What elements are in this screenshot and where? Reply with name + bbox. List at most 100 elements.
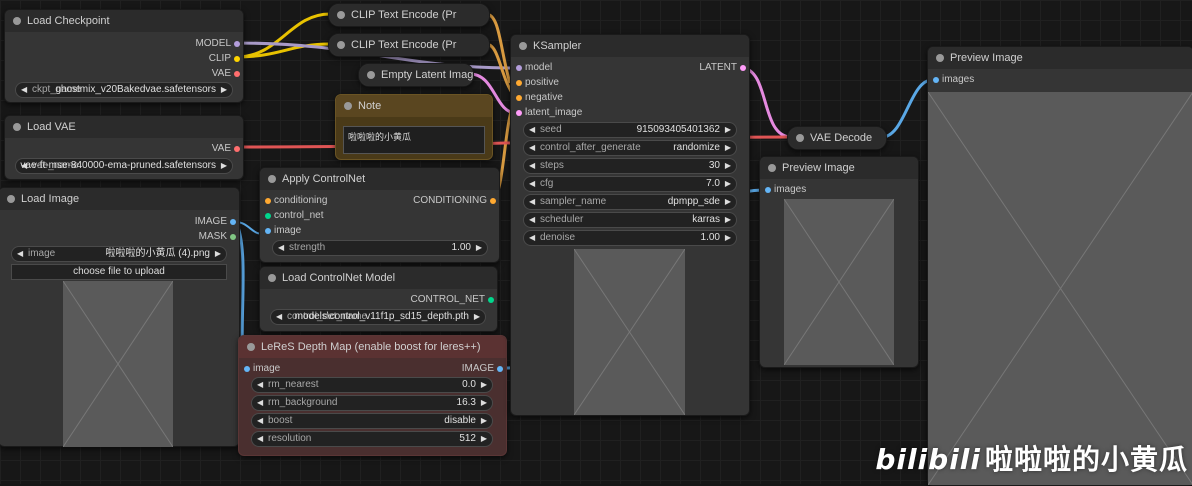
- arrow-right-icon[interactable]: ▶: [481, 396, 487, 410]
- steps-widget[interactable]: ◀ steps 30 ▶: [523, 158, 737, 174]
- arrow-right-icon[interactable]: ▶: [481, 432, 487, 446]
- output-model[interactable]: MODEL: [195, 37, 240, 51]
- arrow-left-icon[interactable]: ◀: [278, 241, 284, 255]
- slot-dot[interactable]: [740, 65, 746, 71]
- output-vae[interactable]: VAE: [212, 67, 240, 81]
- control-after-generate-combo[interactable]: ◀ control_after_generate randomize ▶: [523, 140, 737, 156]
- input-latent-image[interactable]: latent_image: [516, 106, 582, 120]
- node-title[interactable]: CLIP Text Encode (Pr: [329, 34, 489, 56]
- arrow-left-icon[interactable]: ◀: [529, 123, 535, 137]
- slot-dot[interactable]: [516, 95, 522, 101]
- node-load-image[interactable]: Load Image IMAGE MASK ◀ image 啦啦啦的小黄瓜 (4…: [0, 187, 240, 447]
- arrow-right-icon[interactable]: ▶: [221, 83, 227, 97]
- slot-dot[interactable]: [516, 110, 522, 116]
- arrow-right-icon[interactable]: ▶: [725, 159, 731, 173]
- node-load-checkpoint[interactable]: Load Checkpoint MODEL CLIP VAE ◀ ckpt_na…: [4, 9, 244, 103]
- arrow-left-icon[interactable]: ◀: [17, 247, 23, 261]
- node-clip-text-encode-positive[interactable]: CLIP Text Encode (Pr: [328, 3, 490, 27]
- output-latent[interactable]: LATENT: [699, 61, 746, 75]
- slot-dot[interactable]: [234, 146, 240, 152]
- controlnet-name-combo[interactable]: ◀ control_net_name models\control_v11f1p…: [270, 309, 486, 325]
- arrow-left-icon[interactable]: ◀: [276, 310, 282, 324]
- output-clip[interactable]: CLIP: [209, 52, 240, 66]
- arrow-left-icon[interactable]: ◀: [529, 177, 535, 191]
- arrow-right-icon[interactable]: ▶: [476, 241, 482, 255]
- arrow-left-icon[interactable]: ◀: [529, 141, 535, 155]
- slot-dot[interactable]: [516, 65, 522, 71]
- choose-file-button[interactable]: choose file to upload: [11, 264, 227, 280]
- node-title[interactable]: Apply ControlNet: [260, 168, 499, 190]
- output-conditioning[interactable]: CONDITIONING: [413, 194, 496, 208]
- node-vae-decode[interactable]: VAE Decode: [787, 126, 887, 150]
- arrow-left-icon[interactable]: ◀: [257, 378, 263, 392]
- node-clip-text-encode-negative[interactable]: CLIP Text Encode (Pr: [328, 33, 490, 57]
- output-vae[interactable]: VAE: [212, 142, 240, 156]
- arrow-left-icon[interactable]: ◀: [257, 396, 263, 410]
- node-note[interactable]: Note 啦啦啦的小黄瓜: [335, 94, 493, 160]
- node-apply-controlnet[interactable]: Apply ControlNet conditioning control_ne…: [259, 167, 500, 263]
- slot-dot[interactable]: [265, 213, 271, 219]
- arrow-left-icon[interactable]: ◀: [529, 195, 535, 209]
- input-images[interactable]: images: [933, 73, 974, 87]
- arrow-right-icon[interactable]: ▶: [481, 414, 487, 428]
- arrow-left-icon[interactable]: ◀: [257, 432, 263, 446]
- arrow-left-icon[interactable]: ◀: [529, 159, 535, 173]
- node-title[interactable]: KSampler: [511, 35, 749, 57]
- slot-dot[interactable]: [234, 71, 240, 77]
- vae-name-combo[interactable]: ◀ vae_name vae-ft-mse-840000-ema-pruned.…: [15, 158, 233, 174]
- boost-combo[interactable]: ◀ boost disable ▶: [251, 413, 493, 429]
- output-image[interactable]: IMAGE: [195, 215, 236, 229]
- node-title[interactable]: Preview Image: [760, 157, 918, 179]
- rm-background-slider[interactable]: ◀ rm_background 16.3 ▶: [251, 395, 493, 411]
- note-textarea[interactable]: 啦啦啦的小黄瓜: [343, 126, 485, 154]
- image-combo[interactable]: ◀ image 啦啦啦的小黄瓜 (4).png ▶: [11, 246, 227, 262]
- node-title[interactable]: Note: [336, 95, 492, 117]
- node-title[interactable]: Load VAE: [5, 116, 243, 138]
- arrow-right-icon[interactable]: ▶: [725, 177, 731, 191]
- slot-dot[interactable]: [516, 80, 522, 86]
- input-image[interactable]: image: [244, 362, 280, 376]
- node-preview-image-depth[interactable]: Preview Image images: [759, 156, 919, 368]
- arrow-right-icon[interactable]: ▶: [215, 247, 221, 261]
- slot-dot[interactable]: [488, 297, 494, 303]
- node-title[interactable]: VAE Decode: [788, 127, 886, 149]
- arrow-right-icon[interactable]: ▶: [474, 310, 480, 324]
- arrow-right-icon[interactable]: ▶: [221, 159, 227, 173]
- rm-nearest-slider[interactable]: ◀ rm_nearest 0.0 ▶: [251, 377, 493, 393]
- cfg-widget[interactable]: ◀ cfg 7.0 ▶: [523, 176, 737, 192]
- node-load-controlnet-model[interactable]: Load ControlNet Model CONTROL_NET ◀ cont…: [259, 266, 498, 332]
- arrow-right-icon[interactable]: ▶: [725, 213, 731, 227]
- slot-dot[interactable]: [230, 234, 236, 240]
- sampler-name-combo[interactable]: ◀ sampler_name dpmpp_sde ▶: [523, 194, 737, 210]
- slot-dot[interactable]: [765, 187, 771, 193]
- arrow-left-icon[interactable]: ◀: [257, 414, 263, 428]
- node-title[interactable]: Load Image: [0, 188, 239, 210]
- output-image[interactable]: IMAGE: [462, 362, 503, 376]
- slot-dot[interactable]: [230, 219, 236, 225]
- node-empty-latent-image[interactable]: Empty Latent Image: [358, 63, 474, 87]
- input-model[interactable]: model: [516, 61, 552, 75]
- input-control-net[interactable]: control_net: [265, 209, 323, 223]
- denoise-widget[interactable]: ◀ denoise 1.00 ▶: [523, 230, 737, 246]
- arrow-right-icon[interactable]: ▶: [725, 123, 731, 137]
- slot-dot[interactable]: [265, 198, 271, 204]
- output-mask[interactable]: MASK: [199, 230, 236, 244]
- input-images[interactable]: images: [765, 183, 806, 197]
- slot-dot[interactable]: [234, 56, 240, 62]
- slot-dot[interactable]: [497, 366, 503, 372]
- node-title[interactable]: CLIP Text Encode (Pr: [329, 4, 489, 26]
- strength-slider[interactable]: ◀ strength 1.00 ▶: [272, 240, 488, 256]
- slot-dot[interactable]: [234, 41, 240, 47]
- slot-dot[interactable]: [490, 198, 496, 204]
- node-title[interactable]: Empty Latent Image: [359, 64, 473, 86]
- node-title[interactable]: Preview Image: [928, 47, 1192, 69]
- arrow-left-icon[interactable]: ◀: [529, 213, 535, 227]
- output-control-net[interactable]: CONTROL_NET: [411, 293, 494, 307]
- arrow-right-icon[interactable]: ▶: [725, 231, 731, 245]
- arrow-right-icon[interactable]: ▶: [725, 141, 731, 155]
- arrow-right-icon[interactable]: ▶: [725, 195, 731, 209]
- node-load-vae[interactable]: Load VAE VAE ◀ vae_name vae-ft-mse-84000…: [4, 115, 244, 180]
- slot-dot[interactable]: [933, 77, 939, 83]
- node-title[interactable]: Load ControlNet Model: [260, 267, 497, 289]
- slot-dot[interactable]: [244, 366, 250, 372]
